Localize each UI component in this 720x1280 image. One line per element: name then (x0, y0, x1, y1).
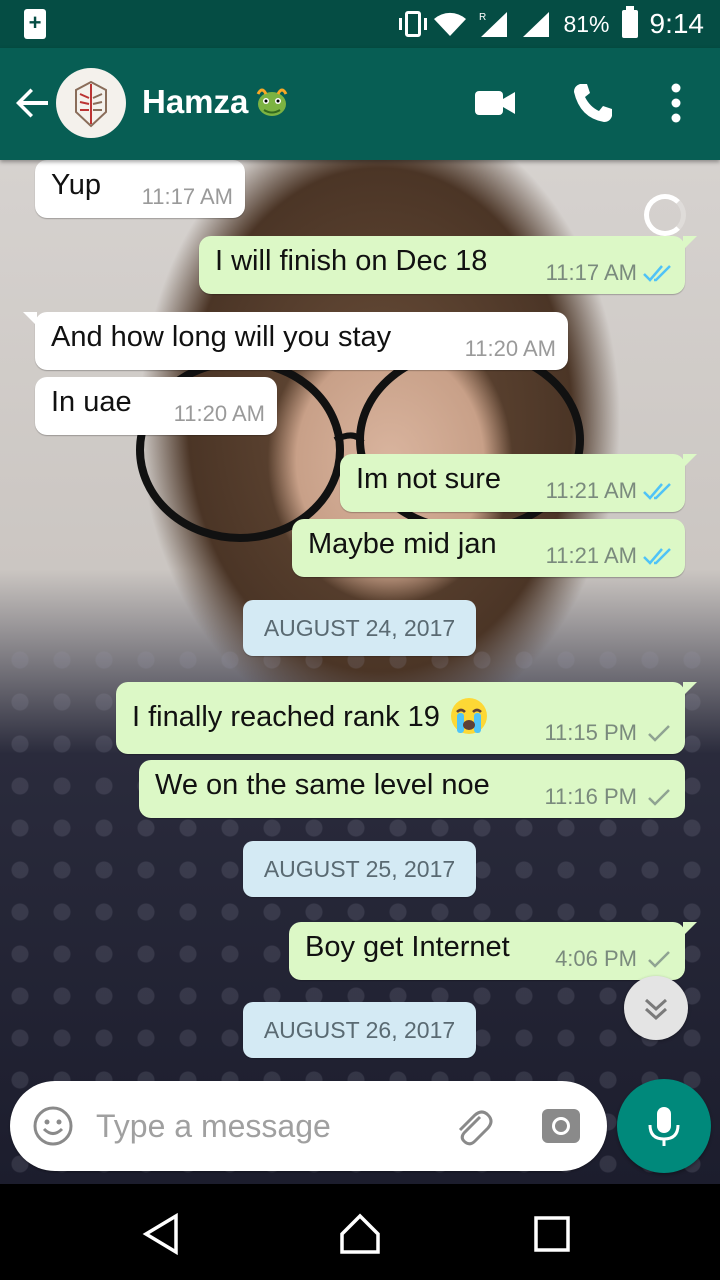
back-nav-icon[interactable] (140, 1212, 184, 1256)
camera-icon[interactable] (540, 1105, 582, 1147)
loudly-crying-face-emoji (450, 698, 487, 734)
message-meta: 11:17 AM (546, 260, 673, 286)
message-text: Maybe mid jan (308, 528, 497, 560)
date-separator: AUGUST 25, 2017 (243, 841, 476, 897)
message-bubble[interactable]: Im not sure 11:21 AM (340, 454, 697, 512)
status-indicators: R 81% 9:14 (399, 0, 705, 48)
message-bubble[interactable]: And how long will you stay 11:20 AM (23, 312, 568, 370)
media-progress-indicator[interactable] (644, 194, 686, 236)
signal-icon (523, 12, 550, 37)
scroll-to-bottom-button[interactable] (624, 976, 688, 1040)
message-bubble[interactable]: Yup 11:17 AM (35, 160, 245, 218)
read-ticks-icon (643, 548, 671, 565)
message-time: 11:20 AM (464, 336, 556, 361)
message-time: 11:16 PM (544, 784, 637, 809)
message-meta: 4:06 PM (555, 946, 673, 972)
more-vert-icon[interactable] (658, 80, 704, 126)
message-bubble[interactable]: I finally reached rank 19 11:15 PM (116, 682, 697, 754)
message-text: Yup (51, 169, 101, 201)
avatar[interactable] (56, 68, 126, 138)
message-text: I will finish on Dec 18 (215, 245, 488, 277)
message-meta: 11:21 AM (546, 543, 673, 569)
message-text: Im not sure (356, 463, 502, 495)
message-meta: 11:16 PM (544, 784, 673, 810)
sent-tick-icon (648, 951, 670, 968)
message-text: I finally reached rank 19 (132, 696, 490, 736)
message-time: 11:20 AM (173, 401, 265, 426)
message-time: 11:17 AM (545, 260, 637, 285)
chat-area[interactable]: Yup 11:17 AM I will finish on Dec 18 11:… (0, 160, 720, 1184)
attach-icon[interactable] (450, 1105, 494, 1149)
double-chevron-down-icon (644, 998, 668, 1021)
mic-icon (648, 1107, 680, 1146)
message-meta: 11:20 AM (465, 336, 556, 362)
message-text: And how long will you stay (51, 321, 392, 353)
sent-tick-icon (648, 789, 670, 806)
message-text: We on the same level noe (155, 769, 490, 801)
wings-emblem-icon (75, 80, 107, 128)
back-arrow-icon[interactable] (14, 84, 52, 122)
status-time: 9:14 (649, 8, 705, 39)
message-meta: 11:15 PM (544, 720, 673, 746)
read-ticks-icon (643, 483, 671, 500)
vibrate-icon (399, 11, 428, 37)
sent-tick-icon (648, 725, 670, 742)
status-bar: R 81% 9:14 (0, 0, 720, 48)
signal-roaming-icon: R (479, 12, 508, 37)
emoji-icon[interactable] (32, 1105, 74, 1147)
message-bubble[interactable]: I will finish on Dec 18 11:17 AM (199, 236, 697, 294)
message-text: Boy get Internet (305, 931, 510, 963)
message-meta: 11:21 AM (546, 478, 673, 504)
message-bubble[interactable]: We on the same level noe 11:16 PM (139, 760, 685, 818)
roaming-label: R (479, 12, 486, 23)
message-time: 11:15 PM (544, 720, 637, 745)
home-nav-icon[interactable] (338, 1212, 382, 1256)
wifi-icon (434, 12, 467, 37)
message-composer (10, 1081, 607, 1171)
message-time: 11:21 AM (545, 543, 637, 568)
message-bubble[interactable]: In uae 11:20 AM (35, 377, 277, 435)
message-input[interactable] (96, 1103, 426, 1149)
dragon-face-emoji (257, 88, 288, 116)
date-separator: AUGUST 24, 2017 (243, 600, 476, 656)
message-meta: 11:20 AM (174, 401, 265, 427)
read-ticks-icon (643, 265, 671, 282)
message-time: 11:21 AM (545, 478, 637, 503)
battery-percent: 81% (563, 10, 610, 37)
date-separator: AUGUST 26, 2017 (243, 1002, 476, 1058)
message-meta: 11:17 AM (142, 184, 233, 210)
message-bubble[interactable]: Maybe mid jan 11:21 AM (292, 519, 685, 577)
video-call-icon[interactable] (472, 80, 518, 126)
message-time: 4:06 PM (555, 946, 637, 971)
chat-header: Hamza (0, 48, 720, 160)
battery-icon (621, 6, 638, 38)
contact-title[interactable]: Hamza (142, 82, 292, 122)
system-nav-bar (0, 1184, 720, 1280)
battery-saver-icon (24, 9, 46, 39)
message-text: In uae (51, 386, 132, 418)
message-bubble[interactable]: Boy get Internet 4:06 PM (289, 922, 697, 980)
voice-call-icon[interactable] (570, 80, 616, 126)
message-text-content: I finally reached rank 19 (132, 701, 440, 733)
voice-record-button[interactable] (617, 1079, 711, 1173)
contact-name: Hamza (142, 83, 249, 120)
message-time: 11:17 AM (141, 184, 233, 209)
recents-nav-icon[interactable] (530, 1212, 574, 1256)
